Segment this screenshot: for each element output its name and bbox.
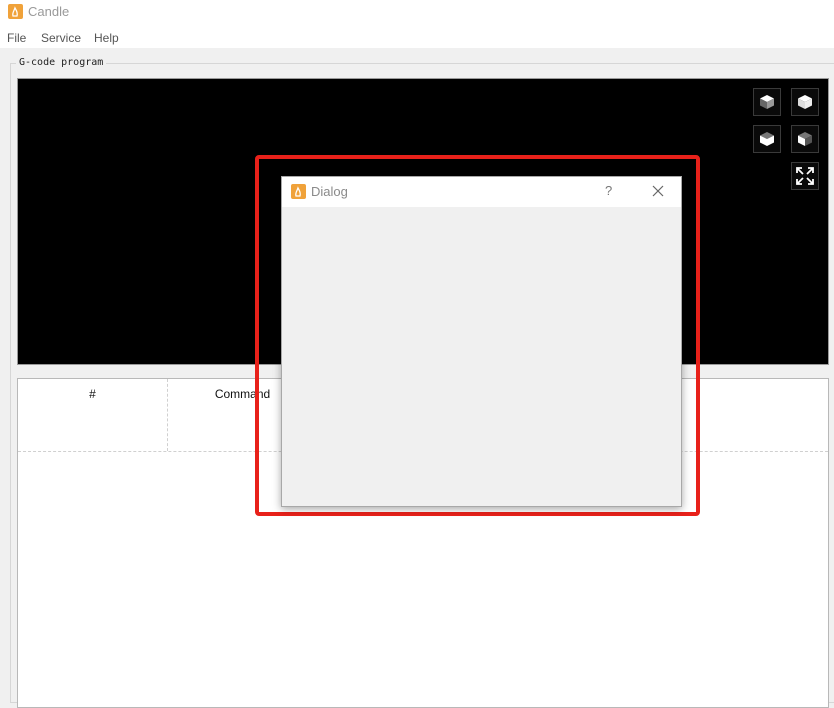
window-titlebar: Candle (0, 0, 834, 26)
view-top-button[interactable] (791, 88, 819, 116)
window-title: Candle (28, 4, 70, 19)
dialog-titlebar: Dialog ? (282, 177, 681, 207)
candle-app-icon (8, 4, 23, 19)
menu-service[interactable]: Service (41, 31, 81, 45)
dialog-title: Dialog (311, 184, 348, 199)
cube-top-icon (798, 95, 812, 109)
help-button[interactable]: ? (605, 183, 612, 198)
cube-left-icon (798, 132, 812, 146)
group-title: G-code program (16, 57, 107, 68)
menu-help[interactable]: Help (94, 31, 119, 45)
menubar: File Service Help (0, 26, 834, 48)
view-isometric-button[interactable] (753, 88, 781, 116)
expand-icon (796, 167, 814, 185)
view-front-button[interactable] (753, 125, 781, 153)
menu-file[interactable]: File (7, 31, 26, 45)
cube-iso-icon (760, 95, 774, 109)
dialog-window: Dialog ? (281, 176, 682, 507)
close-icon (652, 185, 664, 197)
cube-front-icon (760, 132, 774, 146)
close-button[interactable] (651, 184, 665, 198)
fit-view-button[interactable] (791, 162, 819, 190)
candle-dialog-icon (291, 184, 306, 199)
column-header-number[interactable]: # (18, 379, 168, 451)
view-left-button[interactable] (791, 125, 819, 153)
